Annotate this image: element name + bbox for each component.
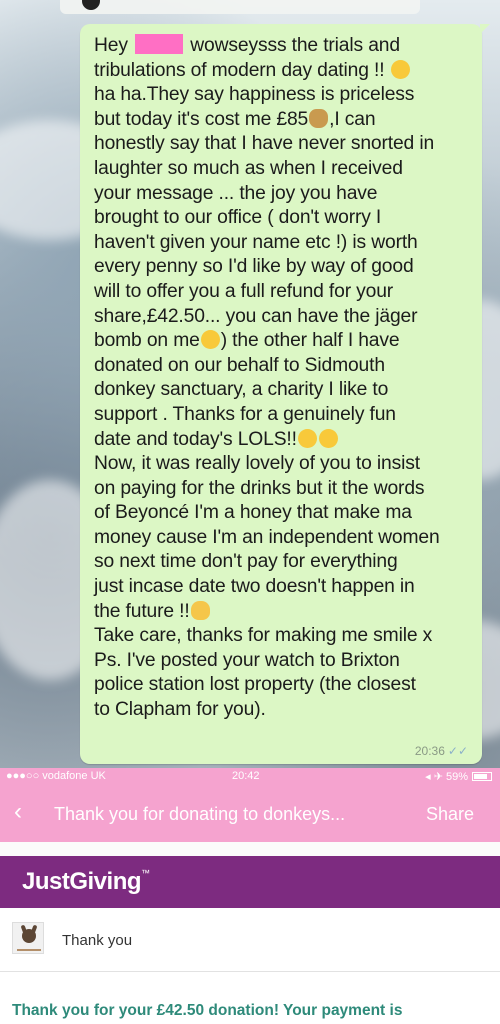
- msg-line: of Beyoncé I'm a honey that make ma: [94, 502, 412, 524]
- status-right: ◂ ✈ 59%: [425, 770, 492, 783]
- msg-line: on paying for the drinks but it the word…: [94, 477, 425, 499]
- msg-line: ) the other half I have: [220, 330, 400, 352]
- msg-line: donated on our behalf to Sidmouth: [94, 354, 385, 376]
- donation-confirmation-text: Thank you for your £42.50 donation! Your…: [12, 1002, 403, 1019]
- justgiving-logo[interactable]: JustGiving™: [22, 868, 150, 896]
- greeting: Hey: [94, 35, 128, 56]
- battery-icon: [472, 772, 492, 781]
- msg-line: every penny so I'd like by way of good: [94, 256, 414, 278]
- laughing-emoji: [318, 428, 338, 448]
- msg-line: honestly say that I have never snorted i…: [94, 133, 435, 155]
- page-title: Thank you for donating to donkeys...: [54, 804, 346, 824]
- message-timestamp: 20:36 ✓✓: [415, 744, 468, 758]
- msg-line: ha ha.They say happiness is priceless: [94, 84, 415, 106]
- thinking-emoji: [390, 59, 410, 79]
- msg-line: bomb on me: [94, 330, 200, 352]
- logo-text: JustGiving: [22, 868, 142, 895]
- timestamp-text: 20:36: [414, 744, 445, 758]
- chat-background: Hey wowseysss the trials and tribulation…: [0, 0, 500, 768]
- carrier-signal: ●●●○○ vodafone UK: [6, 770, 106, 782]
- status-bar: ●●●○○ vodafone UK 20:42 ◂ ✈ 59%: [0, 768, 500, 786]
- msg-line: share,£42.50... you can have the jäger: [94, 305, 418, 327]
- msg-line: money cause I'm an independent women: [94, 526, 440, 548]
- msg-line: brought to our office ( don't worry I: [94, 207, 382, 229]
- msg-line: ,I can: [329, 108, 376, 130]
- msg-line: tribulations of modern day dating !!: [94, 59, 390, 81]
- message-bubble[interactable]: Hey wowseysss the trials and tribulation…: [80, 24, 490, 764]
- msg-line: your message ... the joy you have: [94, 182, 378, 204]
- trademark-mark: ™: [141, 868, 150, 878]
- message-text: Hey wowseysss the trials and tribulation…: [94, 34, 472, 723]
- donkey-logo-icon: [12, 922, 44, 954]
- back-chevron-icon[interactable]: ‹: [14, 800, 22, 824]
- share-button[interactable]: Share: [426, 804, 474, 825]
- msg-line: Now, it was really lovely of you to insi…: [94, 453, 420, 475]
- ok-hand-emoji: [190, 600, 210, 620]
- thank-you-row: Thank you: [0, 908, 500, 972]
- confirmation-area: Thank you for your £42.50 donation! Your…: [0, 972, 500, 1024]
- msg-line: support . Thanks for a genuinely fun: [94, 403, 396, 425]
- laughing-emoji: [297, 428, 317, 448]
- msg-line: wowseysss the trials and: [190, 35, 400, 56]
- msg-line: the future !!: [94, 600, 190, 622]
- grimace-emoji: [200, 330, 220, 350]
- redacted-name-block: [135, 34, 184, 54]
- msg-line: Ps. I've posted your watch to Brixton: [94, 649, 400, 671]
- msg-line: Take care, thanks for making me smile x: [94, 625, 433, 647]
- browser-nav-bar: ‹ Thank you for donating to donkeys... S…: [0, 786, 500, 842]
- status-indicators: ◂ ✈ 59%: [425, 771, 468, 783]
- msg-line: so next time don't pay for everything: [94, 551, 398, 573]
- msg-line: police station lost property (the closes…: [94, 674, 416, 696]
- msg-line: haven't given your name etc !) is worth: [94, 231, 418, 253]
- header-spacer: [0, 842, 500, 856]
- read-ticks-icon: ✓✓: [447, 744, 468, 758]
- msg-line: but today it's cost me £85: [94, 108, 309, 130]
- status-time: 20:42: [232, 770, 260, 782]
- msg-line: to Clapham for you).: [94, 699, 266, 721]
- justgiving-header: JustGiving™: [0, 856, 500, 908]
- msg-line: donkey sanctuary, a charity I like to: [94, 379, 389, 401]
- thank-you-label: Thank you: [62, 932, 133, 949]
- msg-line: laughter so much as when I received: [94, 157, 403, 179]
- msg-line: just incase date two doesn't happen in: [94, 576, 415, 598]
- msg-line: date and today's LOLS!!: [94, 428, 297, 450]
- money-bag-emoji: [309, 108, 329, 128]
- previous-message-edge: [60, 0, 420, 14]
- msg-line: will to offer you a full refund for your: [94, 280, 394, 302]
